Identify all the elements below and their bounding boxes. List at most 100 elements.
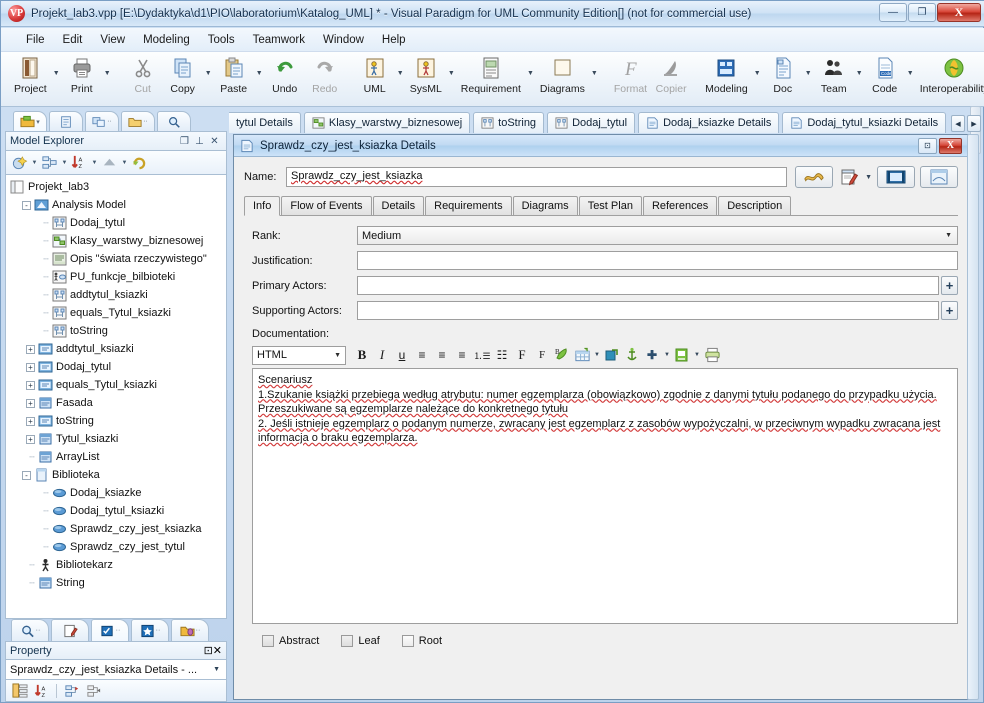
- tree-item[interactable]: + Fasada: [6, 394, 226, 412]
- model-explorer-tab[interactable]: ▾: [13, 111, 47, 131]
- tree-item[interactable]: ┄ addtytul_ksiazki: [6, 286, 226, 304]
- font-decrease-button[interactable]: F: [533, 346, 551, 364]
- copy-button[interactable]: Copy: [163, 52, 203, 95]
- insert-image-button[interactable]: [673, 346, 691, 364]
- tree-item[interactable]: ┄ equals_Tytul_ksiazki: [6, 304, 226, 322]
- menu-view[interactable]: View: [91, 31, 134, 49]
- doc-dropdown-arrow[interactable]: ▼: [803, 70, 814, 77]
- abstract-checkbox[interactable]: Abstract: [262, 635, 319, 647]
- insert-table-button[interactable]: [573, 346, 591, 364]
- tree-item[interactable]: ┄ Opis "świata rzeczywistego": [6, 250, 226, 268]
- align-right-button[interactable]: ≡: [453, 346, 471, 364]
- bold-button[interactable]: B: [353, 346, 371, 364]
- italic-button[interactable]: I: [373, 346, 391, 364]
- requirement-dropdown-arrow[interactable]: ▼: [525, 70, 536, 77]
- file-explorer-tab[interactable]: ··: [121, 111, 155, 131]
- layers-tab-icon[interactable]: ··: [171, 619, 209, 641]
- sysml-button[interactable]: SysML: [406, 52, 446, 95]
- search-tab[interactable]: [157, 111, 191, 131]
- print-button[interactable]: [703, 346, 721, 364]
- tab-references[interactable]: References: [642, 196, 718, 215]
- chevron-down-icon[interactable]: ▼: [213, 666, 220, 673]
- categorized-view-icon[interactable]: [10, 681, 29, 700]
- requirement-button[interactable]: Requirement: [457, 52, 525, 95]
- close-button[interactable]: X: [937, 3, 981, 22]
- details-close-button[interactable]: X: [939, 137, 962, 154]
- documentation-textarea[interactable]: Scenariusz 1.Szukanie książki przebiega …: [252, 368, 958, 624]
- tab-diagrams[interactable]: Diagrams: [512, 196, 578, 215]
- workspace-vertical-scrollbar[interactable]: [967, 134, 979, 700]
- tree-item[interactable]: + equals_Tytul_ksiazki: [6, 376, 226, 394]
- modeling-dropdown-arrow[interactable]: ▼: [752, 70, 763, 77]
- bullet-list-button[interactable]: ☷: [493, 346, 511, 364]
- uml-button[interactable]: UML: [355, 52, 395, 95]
- cut-button[interactable]: Cut: [123, 52, 163, 95]
- redo-button[interactable]: Redo: [305, 52, 345, 95]
- name-input[interactable]: Sprawdz_czy_jest_ksiazka: [286, 167, 788, 187]
- menu-modeling[interactable]: Modeling: [134, 31, 199, 49]
- collapse-dropdown-arrow[interactable]: ▼: [120, 160, 129, 166]
- tab-info[interactable]: Info: [244, 196, 281, 216]
- tree-expander[interactable]: +: [26, 434, 35, 444]
- copier-button[interactable]: Copier: [651, 52, 691, 95]
- menu-window[interactable]: Window: [314, 31, 373, 49]
- document-tab[interactable]: Dodaj_ksiazke Details: [638, 112, 780, 133]
- paste-dropdown-arrow[interactable]: ▼: [254, 70, 265, 77]
- tree-item[interactable]: ┄ Bibliotekarz: [6, 556, 226, 574]
- team-button[interactable]: Team: [814, 52, 854, 95]
- sort-dropdown-arrow[interactable]: ▼: [90, 160, 99, 166]
- tree-item[interactable]: - Analysis Model: [6, 196, 226, 214]
- tree-item[interactable]: ┄ Dodaj_ksiazke: [6, 484, 226, 502]
- minimize-button[interactable]: —: [879, 3, 907, 22]
- print-dropdown-arrow[interactable]: ▼: [102, 70, 113, 77]
- print-button[interactable]: Print: [62, 52, 102, 95]
- tree-item[interactable]: ┄ Sprawdz_czy_jest_tytul: [6, 538, 226, 556]
- align-center-button[interactable]: ≡: [433, 346, 451, 364]
- tree-item[interactable]: ┄ toString: [6, 322, 226, 340]
- close-icon[interactable]: ✕: [213, 644, 222, 657]
- diagrams-button[interactable]: Diagrams: [536, 52, 589, 95]
- tree-item[interactable]: + addtytul_ksiazki: [6, 340, 226, 358]
- restore-icon[interactable]: ❐: [177, 136, 192, 147]
- document-tab[interactable]: tytul Details: [229, 112, 301, 133]
- menu-edit[interactable]: Edit: [54, 31, 92, 49]
- chevron-down-icon[interactable]: ▼: [334, 352, 341, 359]
- insert-symbol-dropdown-arrow[interactable]: ▼: [663, 352, 671, 358]
- font-color-button[interactable]: B: [553, 346, 571, 364]
- doc-button[interactable]: Doc: [763, 52, 803, 95]
- class-repository-tab[interactable]: [49, 111, 83, 131]
- refresh-icon[interactable]: [130, 153, 149, 172]
- tab-requirements[interactable]: Requirements: [425, 196, 512, 215]
- sysml-dropdown-arrow[interactable]: ▼: [446, 70, 457, 77]
- insert-anchor-button[interactable]: [623, 346, 641, 364]
- tree-item[interactable]: ┄ Sprawdz_czy_jest_ksiazka: [6, 520, 226, 538]
- tab-flow-of-events[interactable]: Flow of Events: [281, 196, 372, 215]
- open-specification-button[interactable]: [795, 166, 834, 188]
- document-tab[interactable]: Dodaj_tytul_ksiazki Details: [782, 112, 947, 133]
- new-model-dropdown-arrow[interactable]: ▼: [30, 160, 39, 166]
- leaf-checkbox[interactable]: Leaf: [341, 635, 380, 647]
- menu-tools[interactable]: Tools: [199, 31, 244, 49]
- tree-item[interactable]: ┄ PU_funkcje_bilbioteki: [6, 268, 226, 286]
- collapse-up-icon[interactable]: [100, 153, 119, 172]
- tree-expander[interactable]: -: [22, 200, 31, 210]
- tree-expander[interactable]: +: [26, 344, 35, 354]
- code-button[interactable]: Code Code: [865, 52, 905, 95]
- property-target-combo[interactable]: Sprawdz_czy_jest_ksiazka Details - ... ▼: [5, 660, 227, 680]
- model-structure-dropdown-arrow[interactable]: ▼: [60, 160, 69, 166]
- tab-test-plan[interactable]: Test Plan: [578, 196, 642, 215]
- tree-item[interactable]: - Biblioteka: [6, 466, 226, 484]
- paste-button[interactable]: Paste: [214, 52, 254, 95]
- align-left-button[interactable]: ≡: [413, 346, 431, 364]
- menu-file[interactable]: File: [17, 31, 54, 49]
- close-icon[interactable]: ✕: [207, 136, 222, 147]
- restore-icon[interactable]: ⊡: [204, 644, 213, 657]
- model-structure-icon[interactable]: [40, 153, 59, 172]
- project-dropdown-arrow[interactable]: ▼: [51, 70, 62, 77]
- copy-dropdown-arrow[interactable]: ▼: [203, 70, 214, 77]
- uml-dropdown-arrow[interactable]: ▼: [395, 70, 406, 77]
- justification-input[interactable]: [357, 251, 958, 270]
- details-minimize-button[interactable]: ⊡: [918, 137, 937, 154]
- tree-expander[interactable]: -: [22, 470, 31, 480]
- team-dropdown-arrow[interactable]: ▼: [854, 70, 865, 77]
